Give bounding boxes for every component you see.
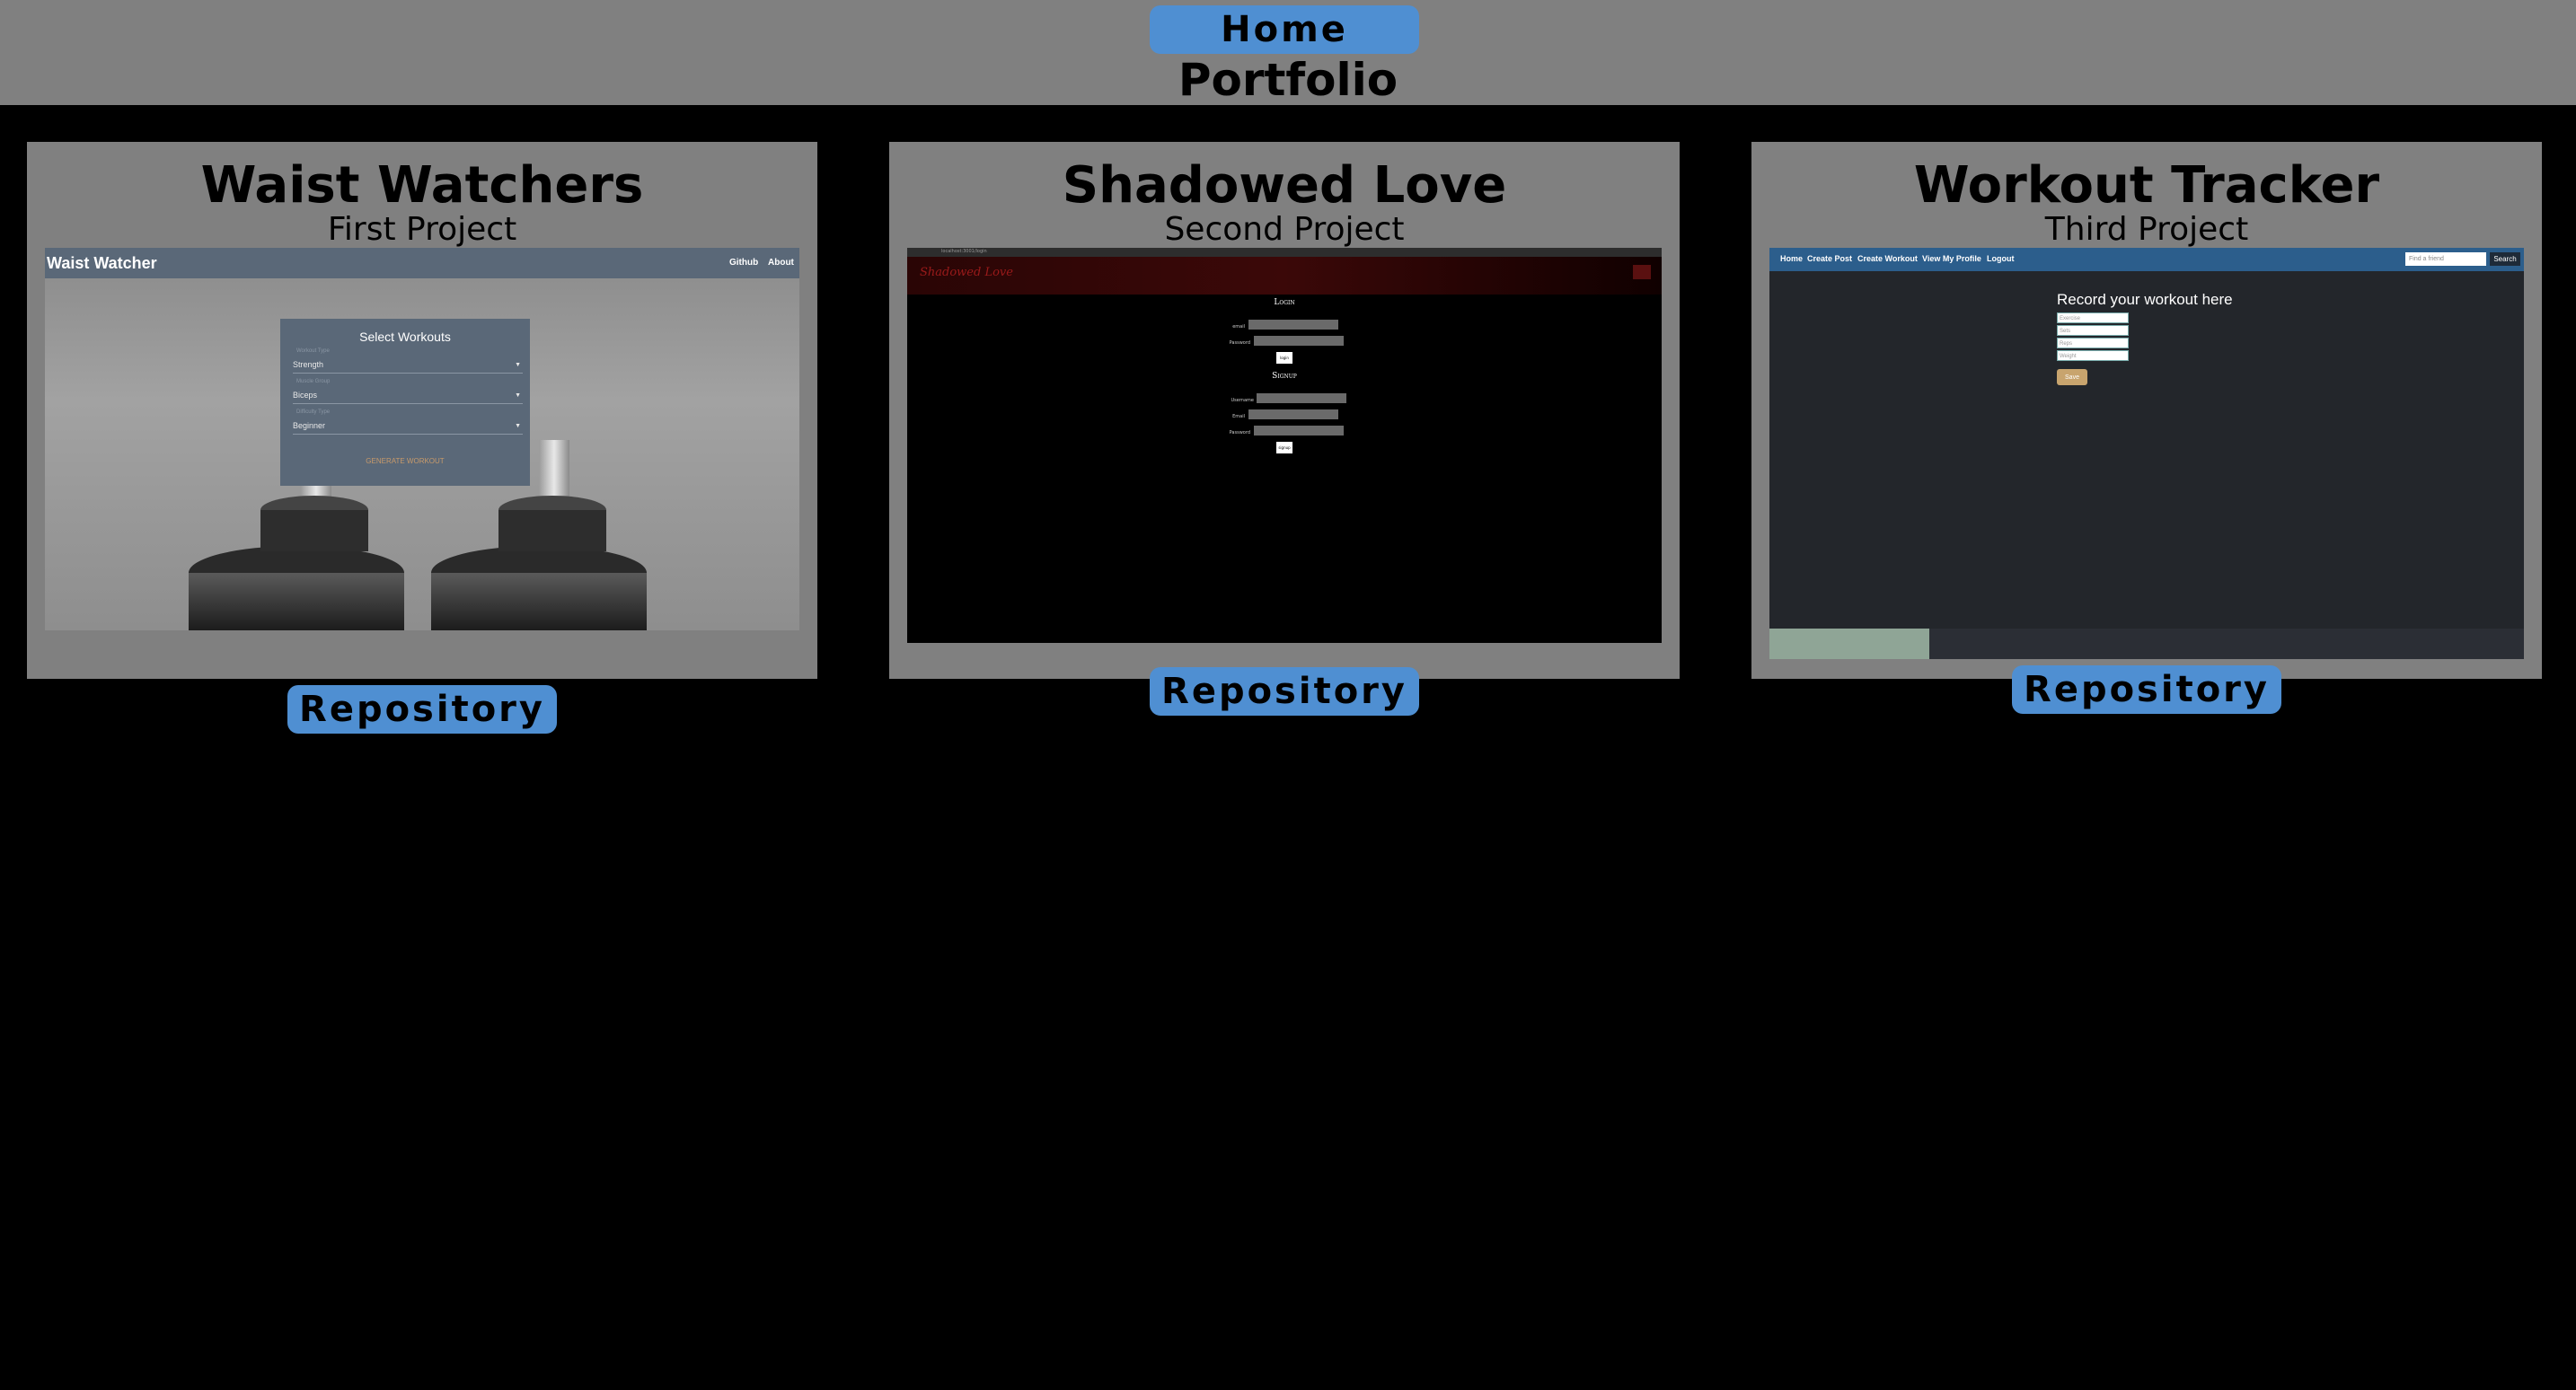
signup-heading: Signup [1272, 372, 1297, 381]
navbar: Waist Watcher Github About [45, 248, 799, 278]
field-label: Workout Type [296, 348, 330, 354]
project-title: Shadowed Love [1062, 156, 1507, 215]
url-bar: localhost:3001/login [941, 249, 987, 254]
footer-block [1769, 629, 1929, 659]
project-screenshot: Home Create Post Create Workout View My … [1769, 248, 2524, 659]
navbar: Shadowed Love [907, 257, 1662, 295]
search-button[interactable]: Search [2490, 252, 2520, 266]
home-button[interactable]: Home [1150, 5, 1419, 54]
nav-link-logout[interactable]: Logout [1987, 254, 2015, 263]
navbar: Home Create Post Create Workout View My … [1769, 248, 2524, 271]
login-email-input[interactable] [1248, 320, 1338, 330]
login-button[interactable]: login [1276, 352, 1292, 364]
nav-link-create-workout[interactable]: Create Workout [1857, 254, 1918, 263]
password-label: Password [1229, 430, 1250, 435]
caret-down-icon: ▼ [515, 423, 521, 429]
signup-username-input[interactable] [1257, 393, 1346, 403]
repository-button-shadowed-love[interactable]: Repository [1150, 667, 1419, 716]
difficulty-select[interactable]: Beginner ▼ [293, 421, 523, 435]
nav-link-about[interactable]: About [768, 258, 794, 268]
project-title: Workout Tracker [1913, 156, 2380, 215]
menu-icon[interactable] [1633, 265, 1651, 279]
repository-button-waist-watchers[interactable]: Repository [287, 685, 557, 734]
workout-type-select[interactable]: Strength ▼ [293, 360, 523, 374]
reps-input[interactable]: Reps [2057, 338, 2129, 348]
exercise-input[interactable]: Exercise [2057, 312, 2129, 323]
weight-input[interactable]: Weight [2057, 350, 2129, 361]
save-button[interactable]: Save [2057, 369, 2087, 385]
select-value: Biceps [293, 391, 318, 400]
page-title: Portfolio [1178, 54, 1398, 106]
select-workouts-form: Select Workouts Workout Type Strength ▼ … [280, 319, 530, 486]
project-card-shadowed-love: Shadowed Love Second Project localhost:3… [889, 142, 1680, 679]
signup-email-input[interactable] [1248, 409, 1338, 419]
nav-link-github[interactable]: Github [729, 258, 758, 268]
browser-chrome: localhost:3001/login [907, 248, 1662, 257]
project-subtitle: First Project [327, 211, 517, 248]
caret-down-icon: ▼ [515, 362, 521, 368]
nav-link-create-post[interactable]: Create Post [1807, 254, 1852, 263]
project-card-workout-tracker: Workout Tracker Third Project Home Creat… [1751, 142, 2542, 679]
password-label: Password [1229, 340, 1250, 346]
form-title: Select Workouts [359, 330, 451, 344]
muscle-group-select[interactable]: Biceps ▼ [293, 391, 523, 404]
nav-link-view-my-profile[interactable]: View My Profile [1922, 254, 1981, 263]
project-card-waist-watchers: Waist Watchers First Project Waist Watch… [27, 142, 817, 679]
login-password-input[interactable] [1254, 336, 1344, 346]
login-heading: Login [1274, 298, 1295, 307]
email-label: email [1232, 324, 1245, 330]
repository-button-workout-tracker[interactable]: Repository [2012, 665, 2281, 714]
generate-workout-button[interactable]: GENERATE WORKOUT [280, 457, 530, 465]
project-screenshot: Waist Watcher Github About Select Workou… [45, 248, 799, 630]
caret-down-icon: ▼ [515, 392, 521, 399]
sets-input[interactable]: Sets [2057, 325, 2129, 336]
brand-logo: Shadowed Love [920, 266, 1013, 279]
signup-password-input[interactable] [1254, 426, 1344, 435]
select-value: Strength [293, 360, 324, 369]
email-label: Email [1232, 414, 1245, 419]
brand-logo: Waist Watcher [47, 254, 157, 272]
signup-button[interactable]: signup [1276, 442, 1292, 453]
nav-link-home[interactable]: Home [1780, 254, 1803, 263]
field-label: Muscle Group [296, 379, 331, 384]
username-label: Username [1231, 398, 1255, 403]
project-subtitle: Third Project [2044, 211, 2249, 248]
select-value: Beginner [293, 421, 326, 430]
project-subtitle: Second Project [1164, 211, 1405, 248]
project-title: Waist Watchers [200, 156, 644, 215]
form-title: Record your workout here [2057, 291, 2233, 308]
project-screenshot: localhost:3001/login Shadowed Love Login… [907, 248, 1662, 643]
header-bar: Home Portfolio [0, 0, 2576, 106]
find-friend-input[interactable]: Find a friend [2405, 252, 2486, 266]
field-label: Difficulty Type [296, 409, 331, 415]
